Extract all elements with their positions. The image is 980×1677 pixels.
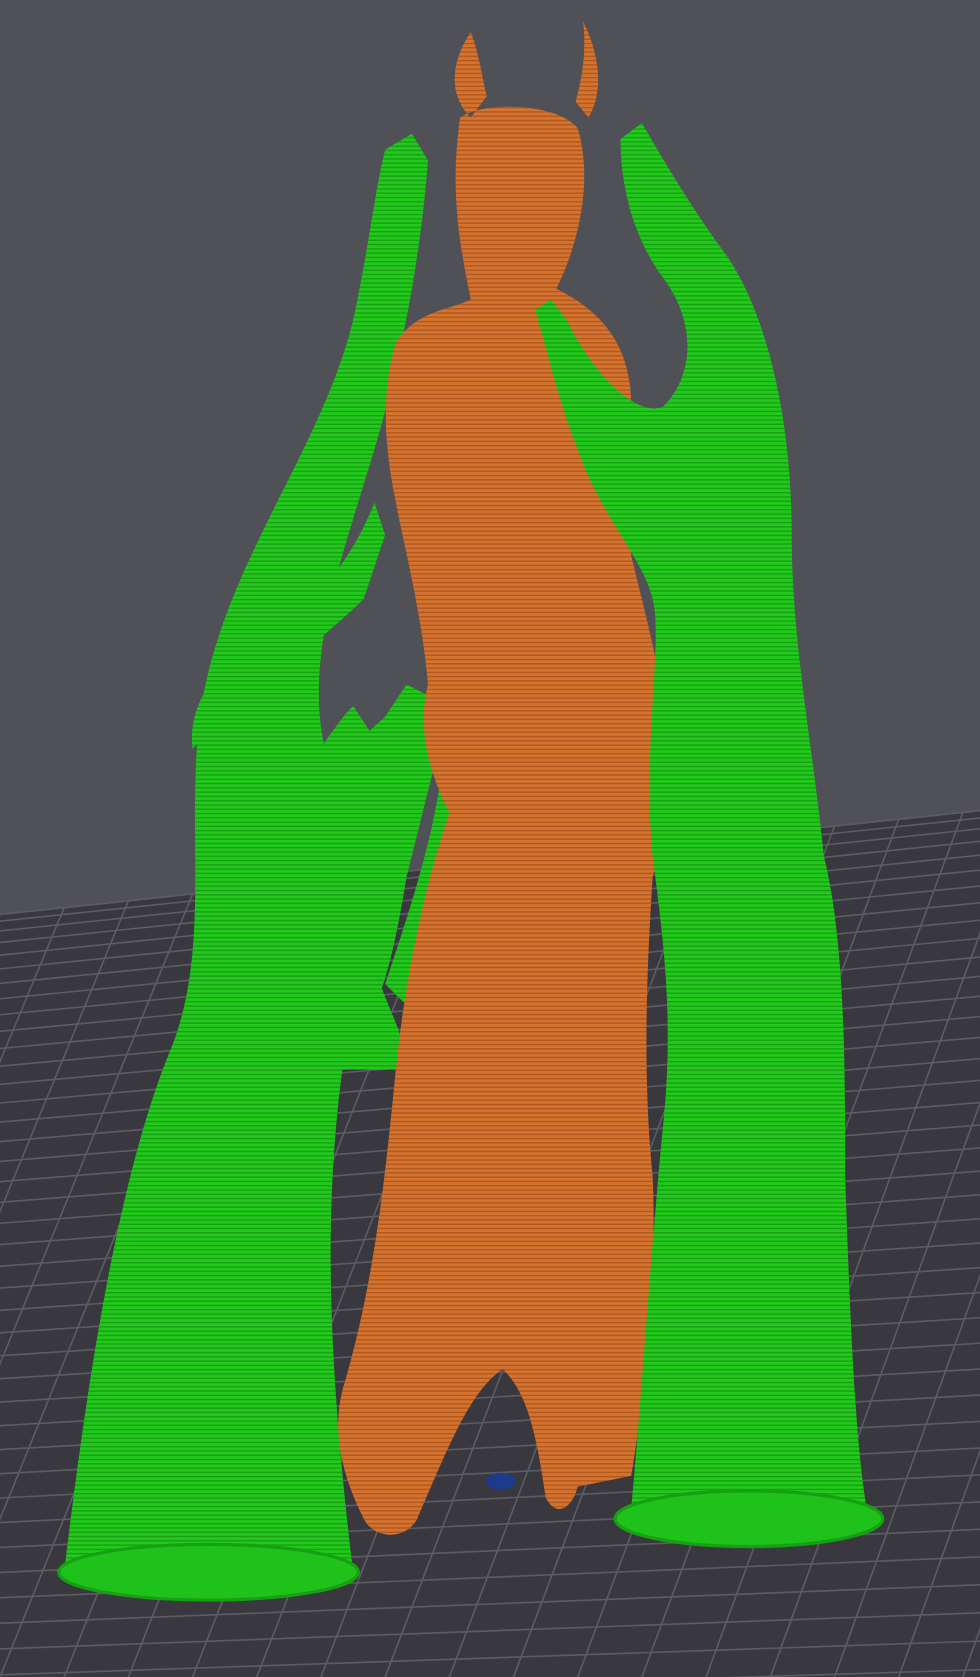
support-right-base bbox=[613, 1489, 885, 1549]
scene bbox=[0, 21, 980, 1677]
support-left-base bbox=[57, 1542, 361, 1602]
model-pedestal-marker bbox=[485, 1472, 516, 1490]
3d-preview-viewport[interactable] bbox=[0, 0, 980, 1677]
